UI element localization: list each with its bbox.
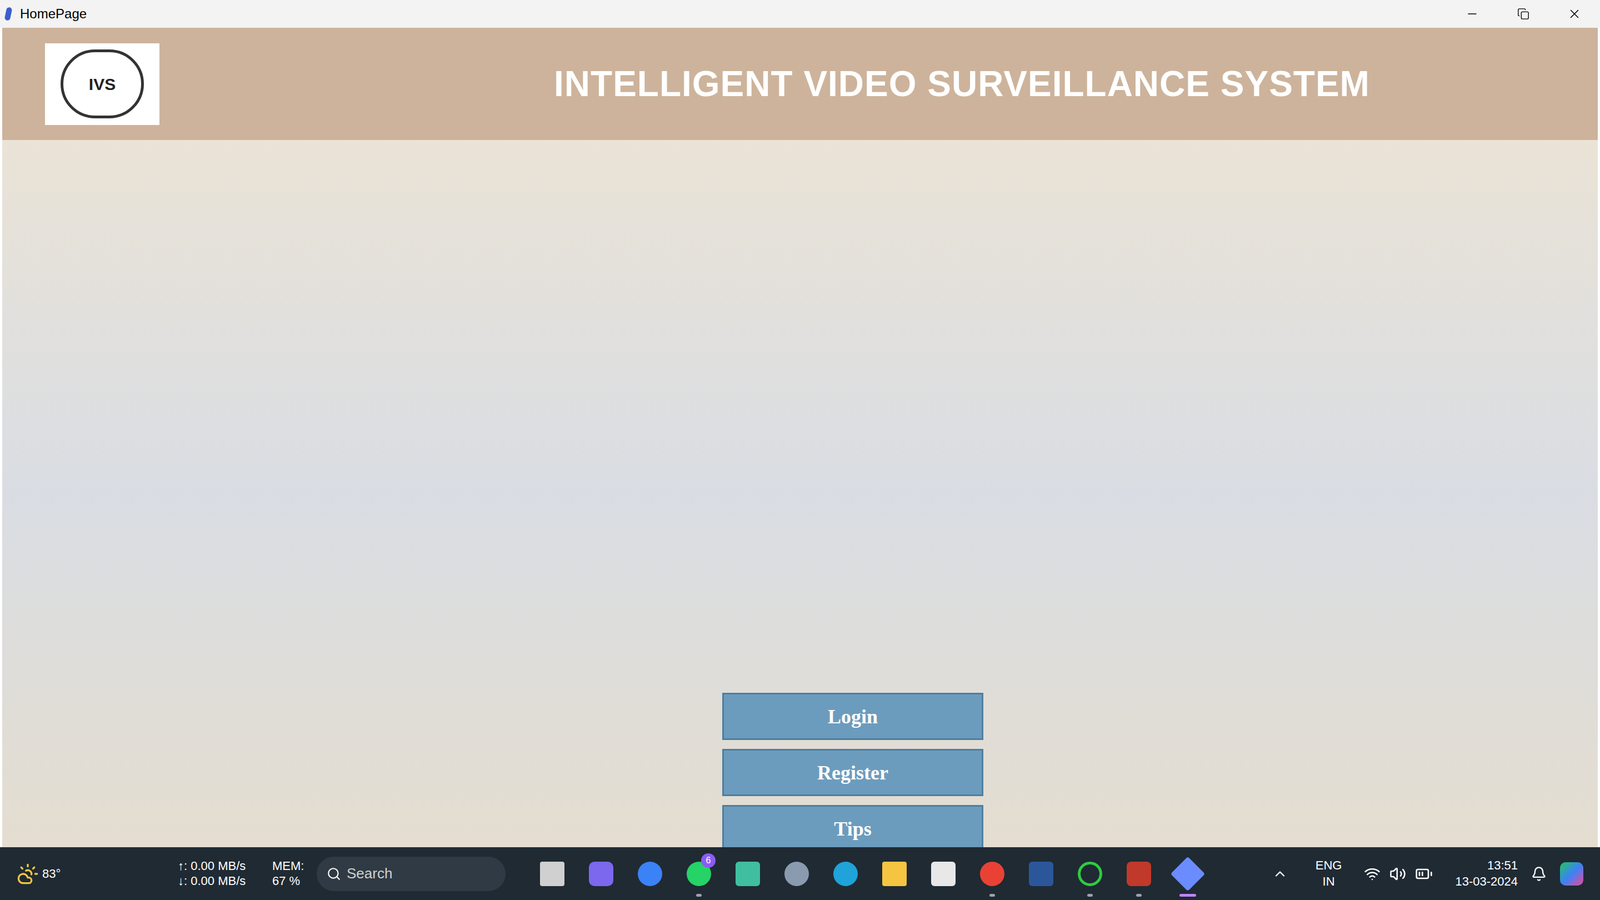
language[interactable]: ENGIN <box>1315 857 1343 890</box>
background-illustration: Login Register Tips <box>2 140 1598 848</box>
taskbar-app[interactable] <box>1065 848 1115 899</box>
minimize-button[interactable] <box>1446 0 1498 28</box>
minimize-icon <box>1465 7 1479 21</box>
title-bar: HomePage <box>0 0 1600 28</box>
task-view-icon <box>540 861 565 887</box>
close-icon <box>1567 6 1582 22</box>
logo-text: IVS <box>88 71 116 97</box>
desktop: HomePage IVS INTELLIGENT VIDEO SURVEILLANC… <box>0 0 1600 900</box>
net-speed: ↑: 0.00 MB/s↓: 0.00 MB/s <box>177 858 273 889</box>
nav-button[interactable]: Tips <box>722 805 984 848</box>
taskbar-app[interactable] <box>1114 848 1164 899</box>
taskbar-app[interactable] <box>1163 848 1213 899</box>
restore-icon <box>1517 7 1530 20</box>
store-icon <box>931 861 956 887</box>
nav-button[interactable]: Register <box>722 748 984 797</box>
header: IVS INTELLIGENT VIDEO SURVEILLANCE SYSTEM <box>2 27 1598 140</box>
weather[interactable]: 83° <box>16 862 95 885</box>
taskbar-app[interactable] <box>527 848 577 899</box>
running-indicator <box>1179 893 1197 897</box>
memory: MEM:67 % <box>272 858 317 889</box>
copilot-icon[interactable] <box>1560 862 1584 886</box>
restore-button[interactable] <box>1497 0 1549 28</box>
app-badge: 6 <box>701 853 716 868</box>
chrome-icon <box>980 861 1005 887</box>
loader-icon <box>1077 861 1103 887</box>
close-button[interactable] <box>1548 0 1600 28</box>
battery-icon[interactable] <box>1415 865 1433 883</box>
folder-icon <box>882 861 907 887</box>
edge-icon <box>833 861 858 887</box>
taskbar-app[interactable] <box>918 848 968 899</box>
sync-icon <box>637 861 663 887</box>
settings-icon <box>784 861 809 887</box>
running-indicator <box>1087 893 1093 897</box>
nav-button[interactable]: Login <box>722 692 984 740</box>
taskbar-app[interactable] <box>625 848 675 899</box>
taskbar-app[interactable] <box>576 848 626 899</box>
taskbar: 83° ↑: 0.00 MB/s↓: 0.00 MB/sMEM:67 %Searc… <box>0 847 1600 900</box>
taskbar-app[interactable] <box>870 848 919 899</box>
taskbar-app[interactable] <box>723 848 773 899</box>
notification-icon[interactable] <box>1531 866 1547 882</box>
running-indicator <box>696 893 702 897</box>
taskbar-app[interactable] <box>772 848 822 899</box>
taskbar-app[interactable] <box>967 848 1017 899</box>
search-box[interactable]: Search <box>316 856 506 892</box>
wifi-icon[interactable] <box>1363 865 1381 883</box>
running-indicator <box>989 893 995 897</box>
weather-icon <box>16 862 39 885</box>
tray-overflow-icon[interactable] <box>1272 866 1288 882</box>
header-title: INTELLIGENT VIDEO SURVEILLANCE SYSTEM <box>553 57 1370 111</box>
app-feather-icon <box>4 6 13 22</box>
app-window: HomePage IVS INTELLIGENT VIDEO SURVEILLANC… <box>0 0 1600 848</box>
window-title: HomePage <box>20 3 87 24</box>
taskbar-app[interactable] <box>821 848 870 899</box>
meet-icon <box>588 861 614 887</box>
clock[interactable]: 13:5113-03-2024 <box>1455 857 1518 890</box>
volume-icon[interactable] <box>1389 865 1407 883</box>
taskbar-apps: 6 <box>527 848 1213 899</box>
pen-icon <box>1170 856 1205 891</box>
search-icon <box>326 866 342 882</box>
logo: IVS <box>45 43 160 125</box>
word-icon <box>1028 861 1054 887</box>
widgets-icon <box>735 861 760 887</box>
taskbar-app[interactable] <box>1016 848 1066 899</box>
running-indicator <box>1136 893 1142 897</box>
taskbar-app[interactable]: 6 <box>674 848 724 899</box>
app-icon <box>1126 861 1152 887</box>
logo-ring: IVS <box>60 49 144 119</box>
